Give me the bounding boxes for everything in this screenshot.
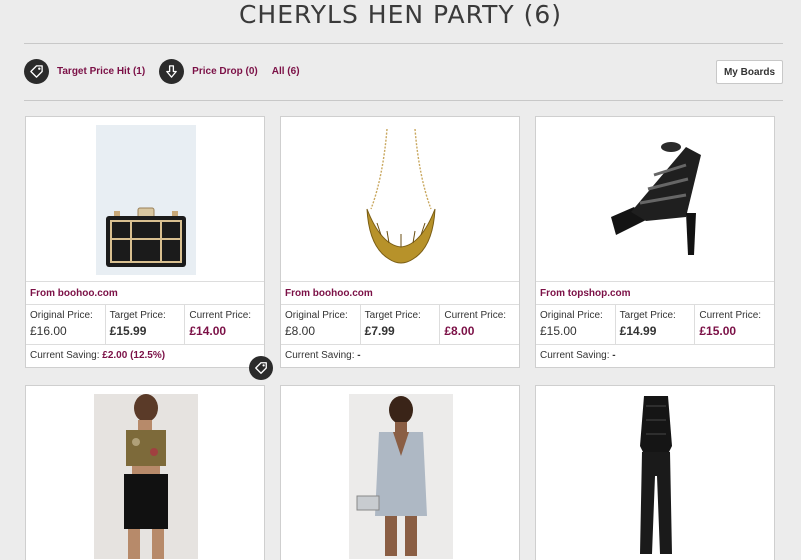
current-saving-value: £2.00 (12.5%) — [102, 350, 166, 361]
current-price-col: Current Price: £8.00 — [440, 305, 519, 344]
current-saving: Current Saving: - — [281, 345, 519, 367]
target-price-value: £14.99 — [619, 324, 657, 338]
current-price-label: Current Price: — [444, 310, 507, 321]
current-price-label: Current Price: — [189, 310, 252, 321]
target-price-value: £7.99 — [364, 324, 395, 338]
price-table: Original Price: £16.00 Target Price: £15… — [26, 305, 264, 345]
product-card[interactable]: From topshop.com Original Price: £15.00 … — [535, 116, 775, 368]
target-price-label: Target Price: — [109, 310, 166, 321]
current-saving-value: - — [612, 350, 616, 361]
original-price-value: £8.00 — [285, 324, 316, 338]
product-source-link[interactable]: From boohoo.com — [26, 282, 264, 305]
original-price-label: Original Price: — [30, 310, 93, 321]
product-image[interactable] — [536, 386, 774, 560]
product-card[interactable] — [535, 385, 775, 560]
product-card[interactable]: From boohoo.com Original Price: £16.00 T… — [25, 116, 265, 368]
original-price-value: £16.00 — [30, 324, 67, 338]
current-saving-label: Current Saving: — [30, 350, 100, 361]
price-tag-icon — [24, 58, 49, 84]
target-price-label: Target Price: — [364, 310, 421, 321]
target-price-value: £15.99 — [109, 324, 147, 338]
current-price-col: Current Price: £15.00 — [695, 305, 774, 344]
original-price-label: Original Price: — [540, 310, 603, 321]
product-source-link[interactable]: From boohoo.com — [281, 282, 519, 305]
target-price-col: Target Price: £15.99 — [106, 305, 186, 344]
product-image[interactable] — [536, 117, 774, 282]
filter-target-price-hit[interactable]: Target Price Hit (1) — [24, 58, 146, 84]
target-price-col: Target Price: £7.99 — [361, 305, 441, 344]
current-saving-label: Current Saving: — [540, 350, 610, 361]
current-price-value: £15.00 — [699, 324, 737, 338]
filter-label: Target Price Hit (1) — [57, 65, 146, 77]
product-image[interactable] — [281, 386, 519, 560]
original-price-label: Original Price: — [285, 310, 348, 321]
my-boards-button[interactable]: My Boards — [716, 60, 783, 84]
page-title: CHERYLS HEN PARTY (6) — [238, 0, 563, 29]
product-source-link[interactable]: From topshop.com — [536, 282, 774, 305]
product-image[interactable] — [281, 117, 519, 282]
original-price-value: £15.00 — [540, 324, 577, 338]
current-price-value: £8.00 — [444, 324, 475, 338]
filter-bar: Target Price Hit (1) Price Drop (0) All … — [24, 58, 314, 84]
current-saving: Current Saving: - — [536, 345, 774, 367]
target-hit-tag-icon — [249, 356, 273, 380]
product-image[interactable] — [26, 117, 264, 282]
product-card[interactable]: From boohoo.com Original Price: £8.00 Ta… — [280, 116, 520, 368]
filter-price-drop[interactable]: Price Drop (0) — [159, 58, 258, 84]
product-card[interactable] — [25, 385, 265, 560]
price-table: Original Price: £8.00 Target Price: £7.9… — [281, 305, 519, 345]
current-price-label: Current Price: — [699, 310, 762, 321]
product-image[interactable] — [26, 386, 264, 560]
current-saving-label: Current Saving: — [285, 350, 355, 361]
original-price-col: Original Price: £15.00 — [536, 305, 616, 344]
current-price-value: £14.00 — [189, 324, 227, 338]
filter-all[interactable]: All (6) — [272, 66, 300, 77]
divider — [24, 43, 783, 44]
target-price-col: Target Price: £14.99 — [616, 305, 696, 344]
product-card[interactable] — [280, 385, 520, 560]
price-table: Original Price: £15.00 Target Price: £14… — [536, 305, 774, 345]
original-price-col: Original Price: £16.00 — [26, 305, 106, 344]
target-price-label: Target Price: — [619, 310, 676, 321]
original-price-col: Original Price: £8.00 — [281, 305, 361, 344]
current-saving: Current Saving: £2.00 (12.5%) — [26, 345, 264, 367]
current-saving-value: - — [357, 350, 361, 361]
filter-label: All (6) — [271, 65, 300, 77]
current-price-col: Current Price: £14.00 — [185, 305, 264, 344]
arrow-down-icon — [159, 58, 185, 84]
filter-label: Price Drop (0) — [192, 65, 258, 77]
divider — [24, 100, 783, 101]
